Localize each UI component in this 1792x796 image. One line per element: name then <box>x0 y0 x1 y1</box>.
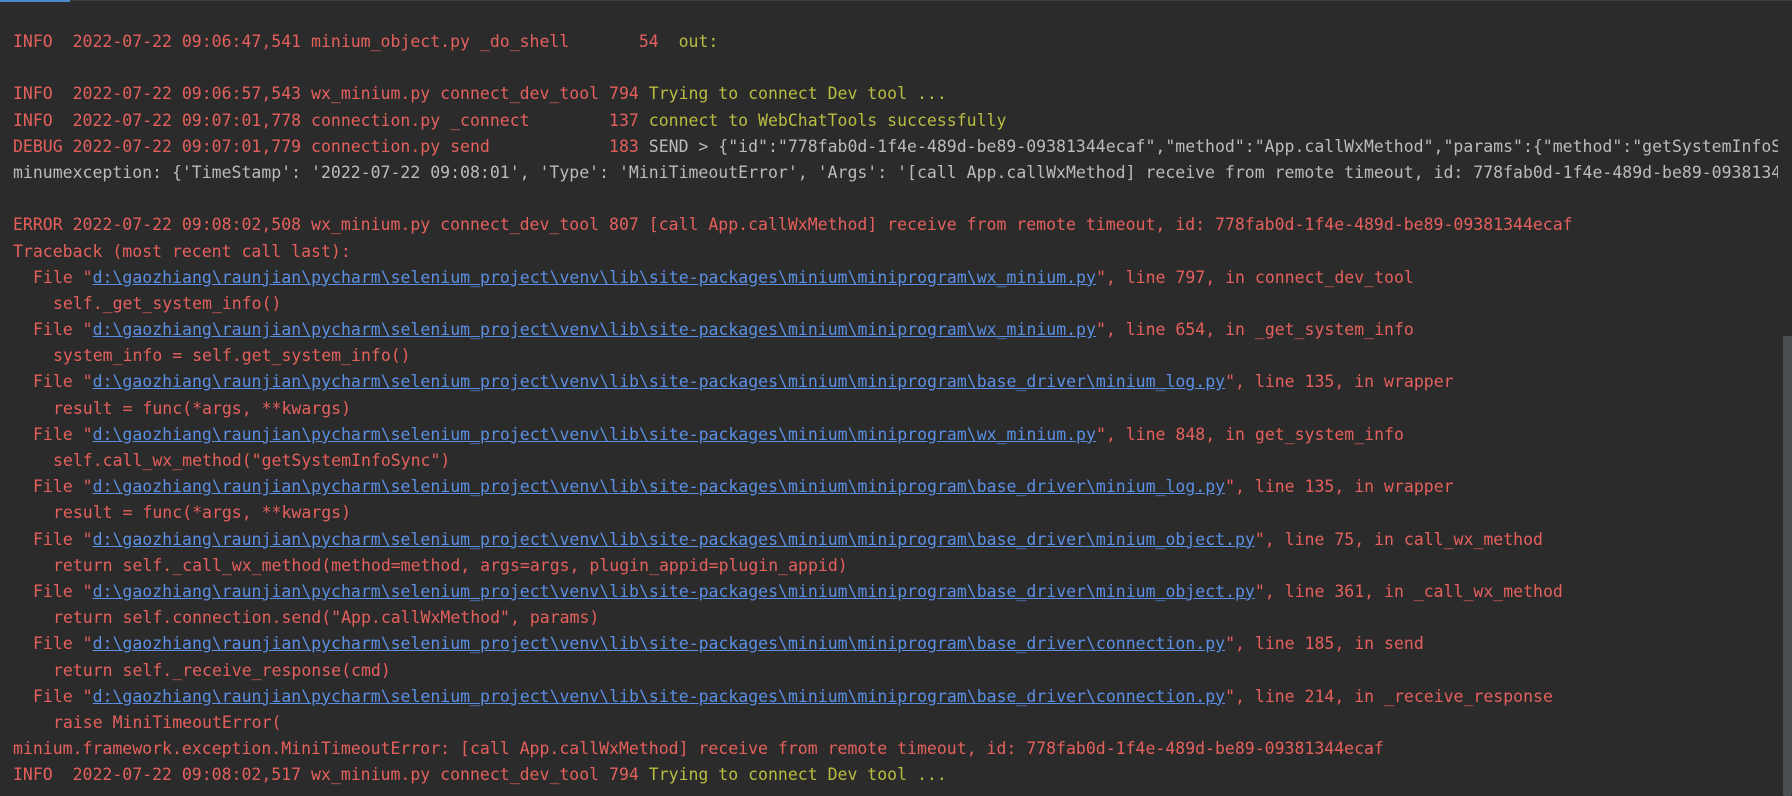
traceback-file-line: File "d:\gaozhiang\raunjian\pycharm\sele… <box>13 527 1778 553</box>
file-suffix: ", line 135, in wrapper <box>1225 477 1454 497</box>
log-prefix: INFO 2022-07-22 09:07:01,778 connection.… <box>13 110 649 130</box>
log-line-info-connect: INFO 2022-07-22 09:07:01,778 connection.… <box>13 108 1778 134</box>
log-message: out: <box>678 32 719 51</box>
log-message: Trying to connect Dev tool ... <box>648 765 947 785</box>
file-suffix: ", line 135, in wrapper <box>1225 372 1454 392</box>
file-suffix: ", line 214, in _receive_response <box>1225 686 1553 706</box>
file-prefix: File " <box>33 477 93 497</box>
traceback-code-line: self.call_wx_method("getSystemInfoSync") <box>53 451 451 470</box>
log-prefix: INFO 2022-07-22 09:08:02,517 wx_minium.p… <box>13 765 649 785</box>
log-line-debug-send: DEBUG 2022-07-22 09:07:01,779 connection… <box>13 134 1778 160</box>
traceback-code-line: result = func(*args, **kwargs) <box>53 398 352 418</box>
file-prefix: File " <box>33 424 93 444</box>
file-path-link[interactable]: d:\gaozhiang\raunjian\pycharm\selenium_p… <box>93 530 1255 549</box>
log-line-minumexception: minumexception: {'TimeStamp': '2022-07-2… <box>13 162 1778 182</box>
file-prefix: File " <box>33 372 93 392</box>
top-border <box>70 0 1792 1</box>
log-line-info-connect-dev-tool-retry: INFO 2022-07-22 09:08:02,517 wx_minium.p… <box>13 762 1778 788</box>
traceback-header: Traceback (most recent call last): <box>13 241 351 261</box>
file-suffix: ", line 361, in _call_wx_method <box>1254 581 1563 601</box>
file-prefix: File " <box>33 634 93 654</box>
log-line-info-do-shell: INFO 2022-07-22 09:06:47,541 minium_obje… <box>13 29 1778 55</box>
file-prefix: File " <box>33 267 93 287</box>
file-suffix: ", line 185, in send <box>1225 634 1424 654</box>
file-suffix: ", line 848, in get_system_info <box>1095 424 1404 444</box>
log-line-info-connect-dev-tool: INFO 2022-07-22 09:06:57,543 wx_minium.p… <box>13 81 1778 107</box>
traceback-code-line: system_info = self.get_system_info() <box>53 346 411 366</box>
log-line-error: ERROR 2022-07-22 09:08:02,508 wx_minium.… <box>13 215 1573 235</box>
traceback-file-line: File "d:\gaozhiang\raunjian\pycharm\sele… <box>13 631 1778 657</box>
traceback-code-line: raise MiniTimeoutError( <box>53 712 282 732</box>
file-path-link[interactable]: d:\gaozhiang\raunjian\pycharm\selenium_p… <box>93 582 1255 601</box>
vertical-scrollbar-thumb[interactable] <box>1783 336 1792 796</box>
log-prefix: INFO 2022-07-22 09:06:57,543 wx_minium.p… <box>13 84 649 104</box>
exception-line: minium.framework.exception.MiniTimeoutEr… <box>13 739 1384 759</box>
log-message: connect to WebChatTools successfully <box>648 110 1007 130</box>
file-prefix: File " <box>33 581 93 601</box>
file-prefix: File " <box>33 686 93 706</box>
file-path-link[interactable]: d:\gaozhiang\raunjian\pycharm\selenium_p… <box>93 425 1096 444</box>
file-path-link[interactable]: d:\gaozhiang\raunjian\pycharm\selenium_p… <box>93 320 1096 339</box>
file-path-link[interactable]: d:\gaozhiang\raunjian\pycharm\selenium_p… <box>93 372 1225 391</box>
console-output[interactable]: INFO 2022-07-22 09:06:47,541 minium_obje… <box>13 29 1778 796</box>
traceback-file-line: File "d:\gaozhiang\raunjian\pycharm\sele… <box>13 369 1778 395</box>
log-message: SEND > {"id":"778fab0d-1f4e-489d-be89-09… <box>648 136 1778 156</box>
log-message: Trying to connect Dev tool ... <box>648 84 947 104</box>
active-tab-indicator <box>0 0 70 2</box>
file-prefix: File " <box>33 320 93 340</box>
file-path-link[interactable]: d:\gaozhiang\raunjian\pycharm\selenium_p… <box>93 634 1225 653</box>
traceback-code-line: return self._call_wx_method(method=metho… <box>53 555 848 575</box>
traceback-code-line: result = func(*args, **kwargs) <box>53 503 352 523</box>
traceback-code-line: self._get_system_info() <box>53 293 282 313</box>
log-prefix: INFO 2022-07-22 09:06:47,541 minium_obje… <box>13 32 679 51</box>
file-suffix: ", line 654, in _get_system_info <box>1095 320 1414 340</box>
file-path-link[interactable]: d:\gaozhiang\raunjian\pycharm\selenium_p… <box>93 268 1096 287</box>
traceback-code-line: return self.connection.send("App.callWxM… <box>53 608 600 628</box>
file-prefix: File " <box>33 529 93 549</box>
file-path-link[interactable]: d:\gaozhiang\raunjian\pycharm\selenium_p… <box>93 687 1225 706</box>
file-suffix: ", line 75, in call_wx_method <box>1254 529 1543 549</box>
traceback-file-line: File "d:\gaozhiang\raunjian\pycharm\sele… <box>13 422 1778 448</box>
traceback-file-line: File "d:\gaozhiang\raunjian\pycharm\sele… <box>13 474 1778 500</box>
file-suffix: ", line 797, in connect_dev_tool <box>1095 267 1414 287</box>
traceback-file-line: File "d:\gaozhiang\raunjian\pycharm\sele… <box>13 317 1778 343</box>
traceback-file-line: File "d:\gaozhiang\raunjian\pycharm\sele… <box>13 265 1778 291</box>
traceback-file-line: File "d:\gaozhiang\raunjian\pycharm\sele… <box>13 684 1778 710</box>
file-path-link[interactable]: d:\gaozhiang\raunjian\pycharm\selenium_p… <box>93 477 1225 496</box>
log-prefix: DEBUG 2022-07-22 09:07:01,779 connection… <box>13 136 649 156</box>
traceback-file-line: File "d:\gaozhiang\raunjian\pycharm\sele… <box>13 579 1778 605</box>
traceback-code-line: return self._receive_response(cmd) <box>53 660 391 680</box>
